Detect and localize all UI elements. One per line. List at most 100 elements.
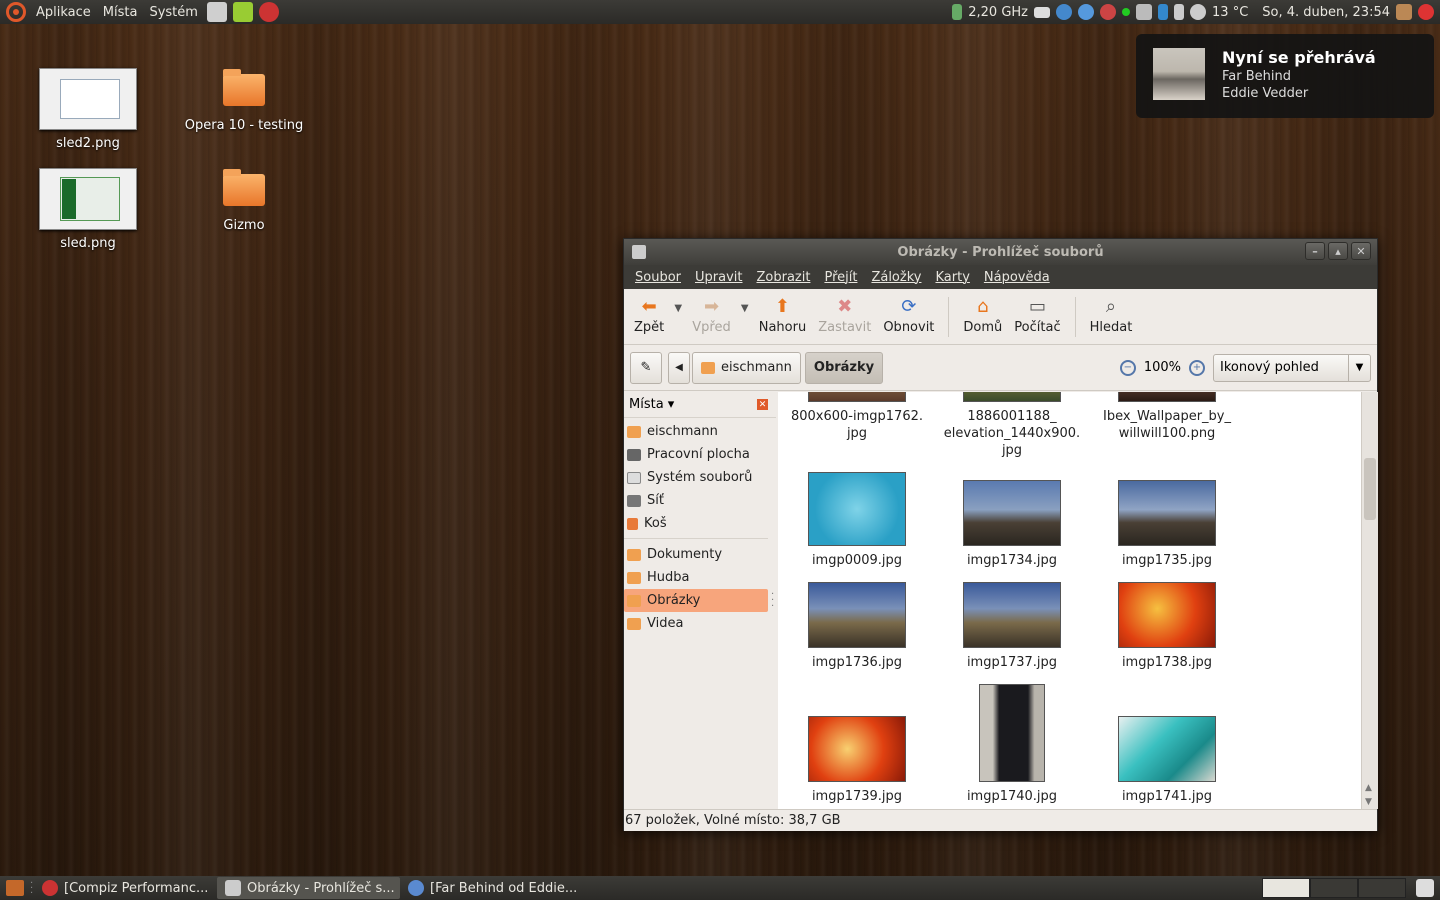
ubuntu-logo-icon[interactable]	[6, 2, 26, 22]
sidebar-item-documents[interactable]: Dokumenty	[624, 543, 776, 566]
sidebar-resize-handle[interactable]: · · ·	[771, 590, 774, 612]
messenger-icon[interactable]	[1078, 4, 1095, 20]
file-item[interactable]: imgp1736.jpg	[782, 582, 932, 671]
network-icon[interactable]	[1056, 4, 1073, 20]
file-item[interactable]: imgp1735.jpg	[1092, 480, 1242, 569]
forward-history-dropdown[interactable]: ▼	[737, 289, 753, 314]
menu-bookmarks[interactable]: Záložky	[864, 270, 928, 285]
sidebar-item-music[interactable]: Hudba	[624, 566, 776, 589]
task-file-manager[interactable]: Obrázky - Prohlížeč s...	[217, 877, 400, 899]
minimize-button[interactable]: –	[1305, 242, 1325, 260]
file-item[interactable]: imgp1737.jpg	[937, 582, 1087, 671]
file-item[interactable]: Ibex_Wallpaper_by_ willwill100.png	[1092, 392, 1242, 442]
now-playing-notification[interactable]: Nyní se přehrává Far Behind Eddie Vedder	[1136, 34, 1434, 118]
trash-applet-icon[interactable]	[1416, 879, 1434, 897]
desktop-icon-sled[interactable]: sled.png	[18, 168, 158, 251]
path-button-home[interactable]: eischmann	[692, 351, 801, 384]
search-button[interactable]: ⌕ Hledat	[1084, 289, 1139, 336]
stop-button[interactable]: ✖ Zastavit	[812, 289, 877, 336]
workspace-2[interactable]	[1310, 878, 1358, 898]
desktop-icon-gizmo[interactable]: Gizmo	[174, 169, 314, 233]
menu-help[interactable]: Nápověda	[977, 270, 1057, 285]
image-thumbnail	[808, 716, 906, 782]
bluetooth-icon[interactable]	[1158, 4, 1169, 20]
scroll-down-icon[interactable]: ▼	[1365, 797, 1372, 807]
task-compiz[interactable]: [Compiz Performanc...	[34, 877, 217, 899]
mail-icon[interactable]	[1034, 6, 1051, 18]
shutdown-icon[interactable]	[1418, 4, 1434, 20]
location-bar: ✎ ◀ eischmann Obrázky − 100% + Ikonový p…	[624, 345, 1377, 391]
workspace-1[interactable]	[1262, 878, 1310, 898]
zoom-level[interactable]: 100%	[1144, 360, 1181, 375]
user-icon[interactable]	[1396, 4, 1412, 20]
reload-button[interactable]: ⟳ Obnovit	[877, 289, 940, 336]
scroll-up-icon[interactable]: ▲	[1365, 783, 1372, 793]
file-item[interactable]: 800x600-imgp1762. jpg	[782, 392, 932, 442]
sidebar-header[interactable]: Místa ▾ ✕	[624, 392, 776, 418]
opera-tray-icon[interactable]	[1100, 4, 1117, 20]
sidebar-item-pictures[interactable]: Obrázky	[624, 589, 768, 612]
close-button[interactable]: ✕	[1351, 242, 1371, 260]
window-titlebar[interactable]: Obrázky - Prohlížeč souborů – ▴ ✕	[624, 239, 1377, 265]
back-history-dropdown[interactable]: ▼	[670, 289, 686, 314]
sidebar-item-label: Síť	[647, 493, 664, 508]
home-folder-icon	[627, 425, 641, 438]
file-item[interactable]: imgp1738.jpg	[1092, 582, 1242, 671]
album-art	[1153, 48, 1205, 100]
weather-temperature[interactable]: 13 °C	[1212, 5, 1248, 20]
task-music[interactable]: [Far Behind od Eddie...	[400, 877, 583, 899]
scrollbar-thumb[interactable]	[1364, 458, 1376, 520]
show-desktop-icon[interactable]	[6, 880, 24, 896]
toggle-location-entry-button[interactable]: ✎	[630, 351, 662, 384]
file-item[interactable]: imgp1741.jpg	[1092, 716, 1242, 805]
menu-view[interactable]: Zobrazit	[749, 270, 817, 285]
sidebar-item-filesystem[interactable]: Systém souborů	[624, 466, 776, 489]
file-item[interactable]: 1886001188_ elevation_1440x900. jpg	[937, 392, 1087, 459]
desktop-icon-opera[interactable]: Opera 10 - testing	[174, 69, 314, 133]
back-button[interactable]: ⬅ Zpět	[628, 289, 670, 336]
maximize-button[interactable]: ▴	[1328, 242, 1348, 260]
vertical-scrollbar[interactable]: ▲ ▼	[1361, 392, 1378, 809]
sidebar-item-videos[interactable]: Videa	[624, 612, 776, 635]
sidebar-item-home[interactable]: eischmann	[624, 420, 776, 443]
home-button[interactable]: ⌂ Domů	[957, 289, 1008, 336]
opera-launcher-icon[interactable]	[258, 2, 279, 22]
file-name: 800x600-imgp1762. jpg	[790, 409, 923, 441]
file-item[interactable]: imgp1734.jpg	[937, 480, 1087, 569]
close-sidebar-icon[interactable]: ✕	[757, 399, 768, 410]
computer-button[interactable]: ▭ Počítač	[1008, 289, 1066, 336]
weather-icon[interactable]	[1190, 4, 1207, 20]
path-button-current[interactable]: Obrázky	[804, 351, 884, 384]
cpu-freq-icon[interactable]	[952, 4, 963, 20]
path-scroll-left-button[interactable]: ◀	[668, 351, 690, 384]
menu-edit[interactable]: Upravit	[688, 270, 749, 285]
menu-places[interactable]: Místa	[97, 0, 144, 24]
menu-tabs[interactable]: Karty	[928, 270, 976, 285]
status-online-icon[interactable]	[1122, 8, 1131, 16]
sidebar-item-desktop[interactable]: Pracovní plocha	[624, 443, 776, 466]
menu-applications[interactable]: Aplikace	[30, 0, 97, 24]
forward-button[interactable]: ➡ Vpřed	[686, 289, 736, 336]
menu-file[interactable]: Soubor	[628, 270, 688, 285]
window-menu-icon[interactable]	[632, 245, 646, 259]
desktop-icon-sled2[interactable]: sled2.png	[18, 68, 158, 151]
menu-system[interactable]: Systém	[143, 0, 203, 24]
view-mode-select[interactable]: Ikonový pohled ▼	[1213, 353, 1371, 382]
file-item[interactable]: imgp1740.jpg	[937, 684, 1087, 805]
file-name: imgp0009.jpg	[811, 553, 903, 568]
clock[interactable]: So, 4. duben, 23:54	[1262, 5, 1390, 20]
up-button[interactable]: ⬆ Nahoru	[753, 289, 812, 336]
sidebar-item-network[interactable]: Síť	[624, 489, 776, 512]
zoom-out-icon[interactable]: −	[1119, 359, 1136, 376]
file-item[interactable]: imgp1739.jpg	[782, 716, 932, 805]
volume-icon[interactable]	[1174, 4, 1185, 20]
zoom-in-icon[interactable]: +	[1189, 359, 1205, 376]
workspace-3[interactable]	[1358, 878, 1406, 898]
sidebar-item-trash[interactable]: Koš	[624, 512, 776, 535]
mail-launcher-icon[interactable]	[206, 2, 227, 22]
window-list-icon[interactable]	[1136, 4, 1153, 20]
icon-view[interactable]: 800x600-imgp1762. jpg 1886001188_ elevat…	[778, 392, 1361, 809]
pidgin-launcher-icon[interactable]	[232, 2, 253, 22]
menu-go[interactable]: Přejít	[817, 270, 864, 285]
file-item[interactable]: imgp0009.jpg	[782, 472, 932, 569]
